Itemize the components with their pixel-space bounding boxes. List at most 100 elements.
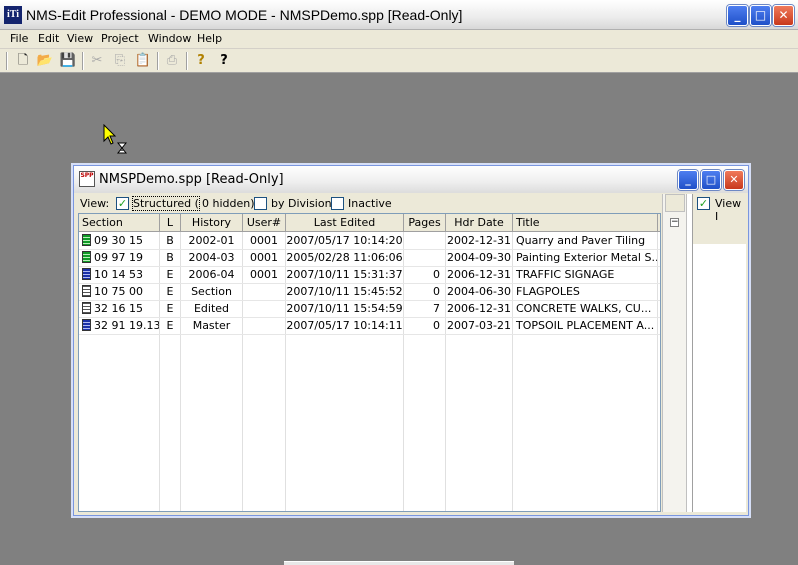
cell-last-edited: 2007/05/17 10:14:20 [286,234,403,247]
collapse-icon[interactable]: − [670,218,679,227]
toolbar-separator [157,52,159,70]
inactive-label[interactable]: Inactive [348,197,392,210]
hidden-count: 0 hidden) [202,197,255,210]
cell-hdr-date: 2006-12-31 [447,268,511,281]
section-document-icon [82,285,91,297]
cell-user [243,284,285,301]
menu-edit[interactable]: Edit [38,32,59,45]
outline-pane[interactable] [662,194,686,512]
cell-hdr-date: 2007-03-21 [447,319,511,332]
menu-project[interactable]: Project [101,32,139,45]
inactive-checkbox[interactable] [331,197,344,210]
column-header-title[interactable]: Title [513,214,658,232]
busy-cursor-icon [103,124,127,154]
cell-user [243,318,285,335]
column-header-pages[interactable]: Pages [404,214,446,232]
cell-title: TOPSOIL PLACEMENT A... [516,319,655,332]
table-row[interactable]: 10 75 00 E Section 2007/10/11 15:45:52 0 2004… [79,284,660,301]
toolbar-separator [186,52,188,70]
minimized-window-strip[interactable] [284,561,514,565]
section-document-icon [82,302,91,314]
table-row[interactable]: 32 16 15 E Edited 2007/10/11 15:54:59 7 2006-… [79,301,660,318]
view-info-label[interactable]: View I [715,197,747,223]
column-header-user[interactable]: User# [243,214,286,232]
section-number: 32 16 15 [94,302,143,315]
toolbar-separator [82,52,84,70]
section-number: 10 75 00 [94,285,143,298]
table-header: Section L History User# Last Edited Page… [79,214,660,232]
section-document-icon [82,319,91,331]
section-document-icon [82,268,91,280]
cell-section: 32 16 15 [79,301,159,318]
column-header-section[interactable]: Section [79,214,160,232]
column-header-last-edited[interactable]: Last Edited [286,214,404,232]
cell-user: 0001 [250,234,278,247]
table-row[interactable]: 10 14 53 E 2006-04 0001 2007/10/11 15:31:37 0… [79,267,660,284]
view-info-checkbox[interactable]: ✓ [697,197,710,210]
close-button[interactable]: ✕ [773,5,794,26]
cell-history: Master [192,319,231,332]
print-icon[interactable]: ⎙ [163,52,181,70]
cell-history: 2002-01 [188,234,235,247]
cell-pages: 0 [433,285,440,298]
minimize-button[interactable]: _ [727,5,748,26]
app-logo-icon: iTi [4,6,22,24]
cell-title: TRAFFIC SIGNAGE [516,268,615,281]
table-row[interactable]: 32 91 19.13 E Master 2007/05/17 10:14:11 0 20… [79,318,660,335]
main-title-bar[interactable]: iTi NMS-Edit Professional - DEMO MODE - … [0,0,798,30]
table-row[interactable]: 09 30 15 B 2002-01 0001 2007/05/17 10:14:20 2… [79,233,660,250]
column-header-history[interactable]: History [181,214,243,232]
cell-section: 10 14 53 [79,267,159,284]
cell-hdr-date: 2004-09-30 [447,251,511,264]
new-file-icon[interactable]: 🗋 [14,52,32,70]
structured-label[interactable]: Structured ( [132,196,200,211]
document-title-bar[interactable]: SPP NMSPDemo.spp [Read-Only] _ □ ✕ [74,166,748,193]
cell-level: B [166,234,174,247]
by-division-checkbox[interactable] [254,197,267,210]
cell-last-edited: 2005/02/28 11:06:06 [286,251,403,264]
context-help-icon[interactable]: ? [215,52,233,70]
section-number: 09 30 15 [94,234,143,247]
cell-hdr-date: 2002-12-31 [447,234,511,247]
maximize-button[interactable]: □ [750,5,771,26]
menu-file[interactable]: File [10,32,28,45]
cell-level: E [166,285,174,298]
menu-bar: File Edit View Project Window Help [0,30,798,49]
cell-title: FLAGPOLES [516,285,580,298]
cell-history: Edited [193,302,230,315]
column-header-level[interactable]: L [160,214,181,232]
sections-table[interactable]: Section L History User# Last Edited Page… [78,213,661,512]
cell-title: Quarry and Paver Tiling [516,234,646,247]
cell-hdr-date: 2006-12-31 [447,302,511,315]
document-window[interactable]: SPP NMSPDemo.spp [Read-Only] _ □ ✕ View:… [73,165,749,516]
view-label: View: [80,197,110,210]
cell-history: 2006-04 [188,268,235,281]
menu-window[interactable]: Window [148,32,191,45]
document-close-button[interactable]: ✕ [724,170,744,190]
structured-checkbox[interactable]: ✓ [116,197,129,210]
menu-view[interactable]: View [67,32,93,45]
cell-section: 09 97 19 [79,250,159,267]
cell-pages [404,250,445,267]
column-header-hdr-date[interactable]: Hdr Date [446,214,513,232]
document-minimize-button[interactable]: _ [678,170,698,190]
cell-level: E [166,319,174,332]
help-icon[interactable]: ? [192,52,210,70]
by-division-label[interactable]: by Division [271,197,332,210]
cell-user [243,301,285,318]
window-title: NMS-Edit Professional - DEMO MODE - NMSP… [26,7,463,23]
cell-section: 32 91 19.13 [79,318,159,335]
cell-title: Painting Exterior Metal S... [516,251,657,264]
cut-icon[interactable]: ✂ [88,52,106,70]
open-folder-icon[interactable]: 📂 [36,52,54,70]
menu-help[interactable]: Help [197,32,222,45]
section-number: 10 14 53 [94,268,143,281]
cell-pages: 7 [433,302,440,315]
spp-file-icon: SPP [79,171,95,187]
document-maximize-button[interactable]: □ [701,170,721,190]
table-row[interactable]: 09 97 19 B 2004-03 0001 2005/02/28 11:06:06 2… [79,250,660,267]
section-number: 32 91 19.13 [94,319,159,332]
save-icon[interactable]: 💾 [59,52,77,70]
copy-icon[interactable]: ⎘ [111,52,129,70]
paste-icon[interactable]: 📋 [134,52,152,70]
